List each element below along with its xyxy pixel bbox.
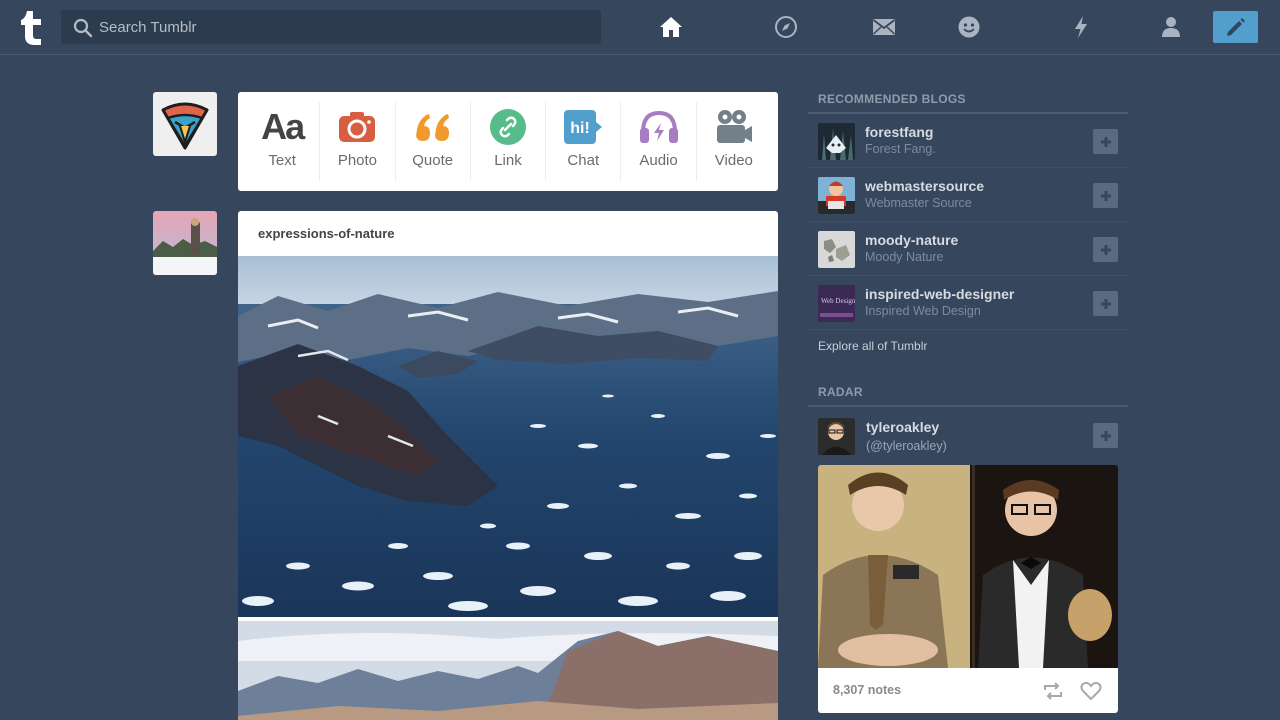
compass-icon [775,16,797,38]
post-type-link[interactable]: Link [471,102,547,181]
radar-post-footer: 8,307 notes [818,668,1118,713]
post-type-photo[interactable]: Photo [320,102,396,181]
post-type-label: Link [494,152,522,169]
pencil-icon [1226,18,1245,36]
recommended-blog-item[interactable]: forestfang Forest Fang. [808,114,1128,168]
account-button[interactable] [1158,14,1184,40]
blog-title: Webmaster Source [865,196,972,210]
camera-icon [339,112,376,142]
activity-button[interactable] [956,14,982,40]
lightning-button[interactable] [1068,14,1094,40]
blog-title: Inspired Web Design [865,304,981,318]
reblog-icon [1044,682,1062,700]
post-photo-icebergs[interactable] [238,256,778,617]
forestfang-avatar [818,123,855,160]
recommended-blog-item[interactable]: webmastersource Webmaster Source [808,168,1128,222]
plus-icon [1100,298,1111,309]
blog-name[interactable]: tyleroakley [866,419,939,435]
smiley-icon [958,16,980,38]
post-photo-mountains[interactable] [238,621,778,720]
blog-avatar[interactable]: Web Design [818,285,855,322]
blog-avatar[interactable] [818,231,855,268]
post-type-label: Text [268,152,296,169]
mail-icon [872,19,896,35]
home-icon [660,17,682,37]
radar-photo-image [818,465,1118,668]
blog-avatar-text: Web Design [821,297,855,305]
blog-name[interactable]: forestfang [865,124,933,140]
follow-button[interactable] [1093,291,1118,316]
plus-icon [1100,136,1111,147]
blog-title: Forest Fang. [865,142,936,156]
post-type-video[interactable]: Video [697,102,771,181]
explore-button[interactable] [773,14,799,40]
recommended-blog-item[interactable]: Web Design inspired-web-designer Inspire… [808,276,1128,330]
post-type-label: Chat [567,152,600,169]
post-type-label: Photo [337,152,378,169]
follow-button[interactable] [1093,129,1118,154]
quote-icon [415,114,449,141]
svg-text:hi!: hi! [570,120,590,137]
blog-avatar[interactable] [818,177,855,214]
messages-button[interactable] [871,14,897,40]
post-blog-name[interactable]: expressions-of-nature [258,226,395,241]
post-type-chat[interactable]: hi! Chat [546,102,622,181]
fox-avatar-icon [161,102,209,150]
top-navigation-bar [0,0,1280,55]
post-type-label: Quote [412,152,454,169]
home-button[interactable] [658,14,684,40]
post-type-bar: Aa Text Photo Quote Link hi! Chat Audio … [238,92,778,191]
post-type-text[interactable]: Aa Text [245,102,321,181]
reblog-button[interactable] [1041,679,1065,703]
video-camera-icon [716,110,752,143]
plus-icon [1100,244,1111,255]
sidebar: RECOMMENDED BLOGS forestfang Forest Fang… [808,86,1128,713]
radar-post-photo[interactable] [818,465,1118,668]
radar-heading: RADAR [808,379,1128,407]
plus-icon [1100,190,1111,201]
search-input[interactable] [99,10,594,44]
blog-name[interactable]: moody-nature [865,232,958,248]
blog-title: Moody Nature [865,250,944,264]
radar-blog[interactable]: tyleroakley (@tyleroakley) [808,407,1128,465]
heart-icon [1080,681,1102,701]
like-button[interactable] [1079,679,1103,703]
explore-all-link[interactable]: Explore all of Tumblr [808,330,1128,374]
recommended-blogs-heading: RECOMMENDED BLOGS [808,86,1128,114]
post-type-label: Video [714,152,753,169]
lightning-icon [1075,16,1087,38]
plus-icon [1100,430,1111,441]
blog-avatar[interactable] [818,418,855,455]
moody-nature-avatar [818,231,855,268]
post-type-label: Audio [639,152,678,169]
text-icon: Aa [261,106,305,147]
tumblr-logo-icon[interactable] [18,9,46,47]
headphones-icon [639,110,678,143]
blog-avatar[interactable] [818,123,855,160]
blog-name[interactable]: inspired-web-designer [865,286,1014,302]
chat-icon: hi! [564,110,603,144]
dashboard-post: expressions-of-nature [238,211,778,720]
tyleroakley-avatar [818,418,855,455]
recommended-blog-item[interactable]: moody-nature Moody Nature [808,222,1128,276]
link-icon [489,109,526,145]
blog-handle: (@tyleroakley) [866,439,947,453]
post-type-quote[interactable]: Quote [396,102,471,181]
user-avatar[interactable] [153,92,217,156]
notes-count[interactable]: 8,307 notes [833,683,901,697]
account-icon [1162,17,1180,37]
author-photo [153,211,217,275]
post-author-avatar[interactable] [153,211,217,275]
blog-name[interactable]: webmastersource [865,178,984,194]
webmastersource-avatar [818,177,855,214]
compose-button[interactable] [1213,11,1258,43]
search-bar[interactable] [61,10,601,44]
follow-button[interactable] [1093,183,1118,208]
post-type-audio[interactable]: Audio [621,102,697,181]
follow-button[interactable] [1093,237,1118,262]
follow-button[interactable] [1093,423,1118,448]
search-icon [73,18,93,38]
